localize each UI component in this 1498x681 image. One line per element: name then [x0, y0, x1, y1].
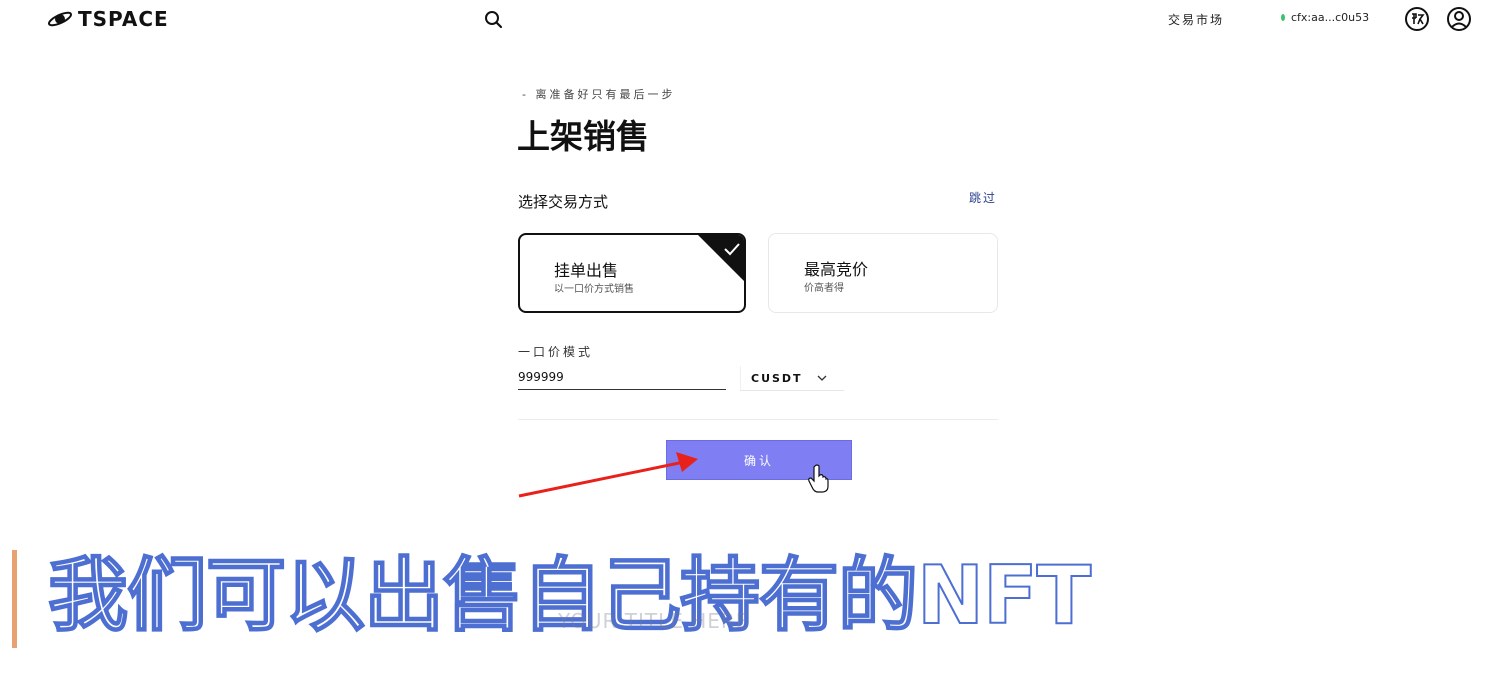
annotation-arrow-icon — [518, 452, 698, 498]
skip-link[interactable]: 跳过 — [969, 189, 997, 206]
option-subtitle: 价高者得 — [804, 283, 844, 294]
section-label: 选择交易方式 — [518, 193, 609, 211]
subtitle-accent-bar — [12, 550, 17, 648]
option-subtitle: 以一口价方式销售 — [554, 284, 634, 295]
selected-check-icon — [698, 235, 744, 281]
option-fixed-price-card[interactable]: 挂单出售 以一口价方式销售 — [518, 233, 746, 313]
wallet-status-icon — [1281, 14, 1285, 21]
nav-market-link[interactable]: 交易市场 — [1168, 11, 1224, 28]
language-button[interactable] — [1404, 6, 1430, 32]
currency-value: CUSDT — [751, 371, 803, 385]
logo-text: TSPACE — [78, 7, 169, 31]
breadcrumb: - 离准备好只有最后一步 — [522, 88, 676, 101]
price-input[interactable] — [518, 364, 726, 390]
hand-cursor-icon — [808, 464, 829, 493]
price-mode-label: 一口价模式 — [518, 345, 594, 359]
search-icon — [485, 11, 503, 29]
confirm-label: 确认 — [743, 453, 774, 468]
planet-logo-icon — [47, 11, 73, 27]
wallet-address: cfx:aa...c0u53 — [1291, 11, 1370, 24]
chevron-down-icon — [817, 375, 827, 381]
currency-select[interactable]: CUSDT — [740, 366, 844, 391]
option-highest-bid-card[interactable]: 最高竞价 价高者得 — [768, 233, 998, 313]
wallet-address-button[interactable]: cfx:aa...c0u53 — [1281, 11, 1369, 24]
option-title: 挂单出售 — [554, 261, 619, 280]
user-icon — [1447, 7, 1471, 31]
watermark: YOUR TITLE HERE — [558, 609, 750, 633]
language-icon — [1405, 7, 1429, 31]
option-title: 最高竞价 — [804, 260, 869, 279]
user-button[interactable] — [1446, 6, 1472, 32]
search-button[interactable] — [483, 9, 505, 31]
divider — [518, 419, 998, 420]
site-logo[interactable]: TSPACE — [46, 7, 169, 31]
page-title: 上架销售 — [517, 117, 649, 156]
